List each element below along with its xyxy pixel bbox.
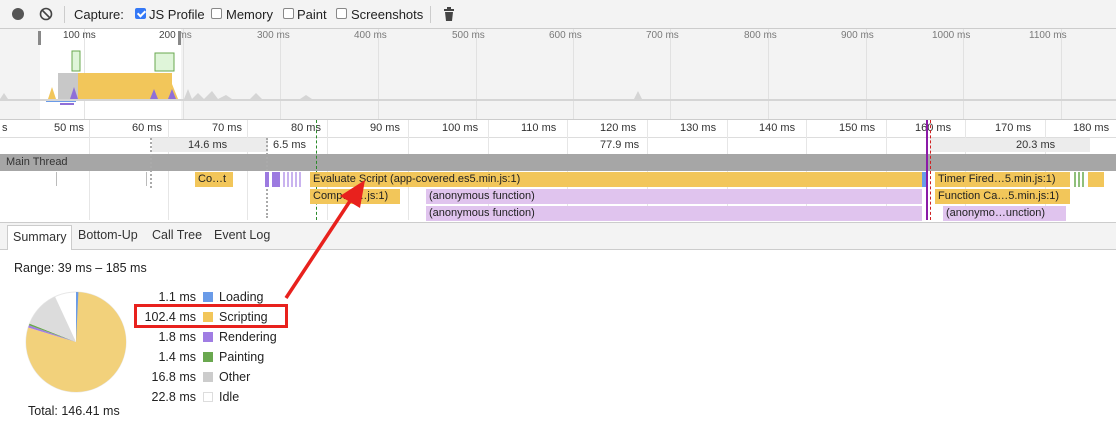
tab-summary[interactable]: Summary — [7, 225, 73, 250]
legend-name: Other — [219, 370, 251, 384]
painting-swatch — [203, 352, 213, 362]
paint-checkbox[interactable] — [283, 8, 294, 19]
ruler-label: 50 ms — [54, 122, 84, 134]
toolbar-divider — [64, 6, 65, 23]
load-marker — [926, 120, 928, 220]
gap-duration-label: 20.3 ms — [1016, 139, 1056, 151]
annotation-highlight-box — [134, 304, 288, 328]
legend-value: 22.8 ms — [151, 390, 196, 404]
script-event[interactable] — [1088, 172, 1104, 187]
js-profile-label[interactable]: JS Profile — [149, 7, 205, 22]
legend-value: 1.4 ms — [158, 350, 196, 364]
ruler-label: 100 ms — [442, 122, 479, 134]
gap-duration-label: 6.5 ms — [273, 139, 307, 151]
evaluate-script-event[interactable]: Evaluate Script (app-covered.es5.min.js:… — [310, 172, 922, 187]
screenshots-label[interactable]: Screenshots — [351, 7, 423, 22]
capture-label: Capture: — [74, 7, 124, 22]
activity-tick — [146, 172, 147, 186]
clear-icon[interactable] — [39, 7, 53, 21]
legend-value: 1.8 ms — [158, 330, 196, 344]
paint-label[interactable]: Paint — [297, 7, 327, 22]
load-event-marker — [930, 120, 932, 220]
memory-label[interactable]: Memory — [226, 7, 273, 22]
details-tabs: Summary Bottom-Up Call Tree Event Log — [0, 222, 1116, 250]
toolbar: Capture: JS Profile Memory Paint Screens… — [0, 0, 1116, 29]
anonymous-function-event[interactable]: (anonymo…unction) — [943, 206, 1066, 221]
legend-name: Loading — [219, 290, 264, 304]
screenshots-checkbox[interactable] — [336, 8, 347, 19]
toolbar-divider — [430, 6, 431, 23]
misc-events[interactable] — [1074, 172, 1086, 187]
legend-name: Rendering — [219, 330, 277, 344]
ruler-label: s — [2, 122, 8, 134]
idle-swatch — [203, 392, 213, 402]
ruler-label: 130 ms — [680, 122, 717, 134]
ruler-label: 140 ms — [759, 122, 796, 134]
ruler-label: 160 ms — [915, 122, 952, 134]
compile-short-event[interactable]: Co…t — [195, 172, 233, 187]
summary-range: Range: 39 ms – 185 ms — [14, 261, 147, 275]
main-thread-header[interactable]: Main Thread — [0, 154, 1116, 171]
other-swatch — [203, 372, 213, 382]
ruler-label: 60 ms — [132, 122, 162, 134]
loading-event[interactable] — [922, 172, 926, 187]
tab-event-log[interactable]: Event Log — [214, 228, 270, 242]
render-event[interactable] — [265, 172, 269, 187]
render-event[interactable] — [272, 172, 280, 187]
timeline-overview[interactable]: 100 ms 200 ms 300 ms 400 ms 500 ms 600 m… — [0, 29, 1116, 120]
gap-duration-label: 77.9 ms — [600, 139, 640, 151]
rendering-swatch — [203, 332, 213, 342]
ruler-label: 180 ms — [1073, 122, 1110, 134]
ruler-label: 90 ms — [370, 122, 400, 134]
tab-call-tree[interactable]: Call Tree — [152, 228, 202, 242]
memory-checkbox[interactable] — [211, 8, 222, 19]
idle-gap-bar — [930, 138, 1090, 152]
function-call-event[interactable]: Function Ca…5.min.js:1) — [935, 189, 1070, 204]
ruler-label: 170 ms — [995, 122, 1032, 134]
js-profile-checkbox[interactable] — [135, 8, 146, 19]
timer-fired-event[interactable]: Timer Fired…5.min.js:1) — [935, 172, 1070, 187]
ruler-label: 120 ms — [600, 122, 637, 134]
anonymous-function-event[interactable]: (anonymous function) — [426, 189, 922, 204]
trash-icon[interactable] — [442, 7, 456, 21]
activity-tick — [56, 172, 57, 186]
summary-total: Total: 146.41 ms — [28, 404, 120, 418]
frame-marker — [150, 138, 153, 188]
legend-value: 1.1 ms — [158, 290, 196, 304]
loading-swatch — [203, 292, 213, 302]
ruler-label: 70 ms — [212, 122, 242, 134]
overview-activity-graph — [0, 31, 1116, 105]
anonymous-function-event[interactable]: (anonymous function) — [426, 206, 922, 221]
flame-ruler: s 50 ms 60 ms 70 ms 80 ms 90 ms 100 ms 1… — [0, 120, 1116, 220]
tab-bottom-up[interactable]: Bottom-Up — [78, 228, 138, 242]
gap-duration-label: 14.6 ms — [188, 139, 228, 151]
summary-pie-chart — [25, 291, 127, 393]
ruler-label: 150 ms — [839, 122, 876, 134]
record-icon[interactable] — [11, 7, 25, 21]
legend-name: Painting — [219, 350, 265, 364]
main-thread-label: Main Thread — [6, 156, 68, 168]
legend-value: 16.8 ms — [151, 370, 196, 384]
annotation-arrow — [284, 180, 365, 299]
ruler-label: 110 ms — [521, 122, 557, 134]
legend-name: Idle — [219, 390, 240, 404]
